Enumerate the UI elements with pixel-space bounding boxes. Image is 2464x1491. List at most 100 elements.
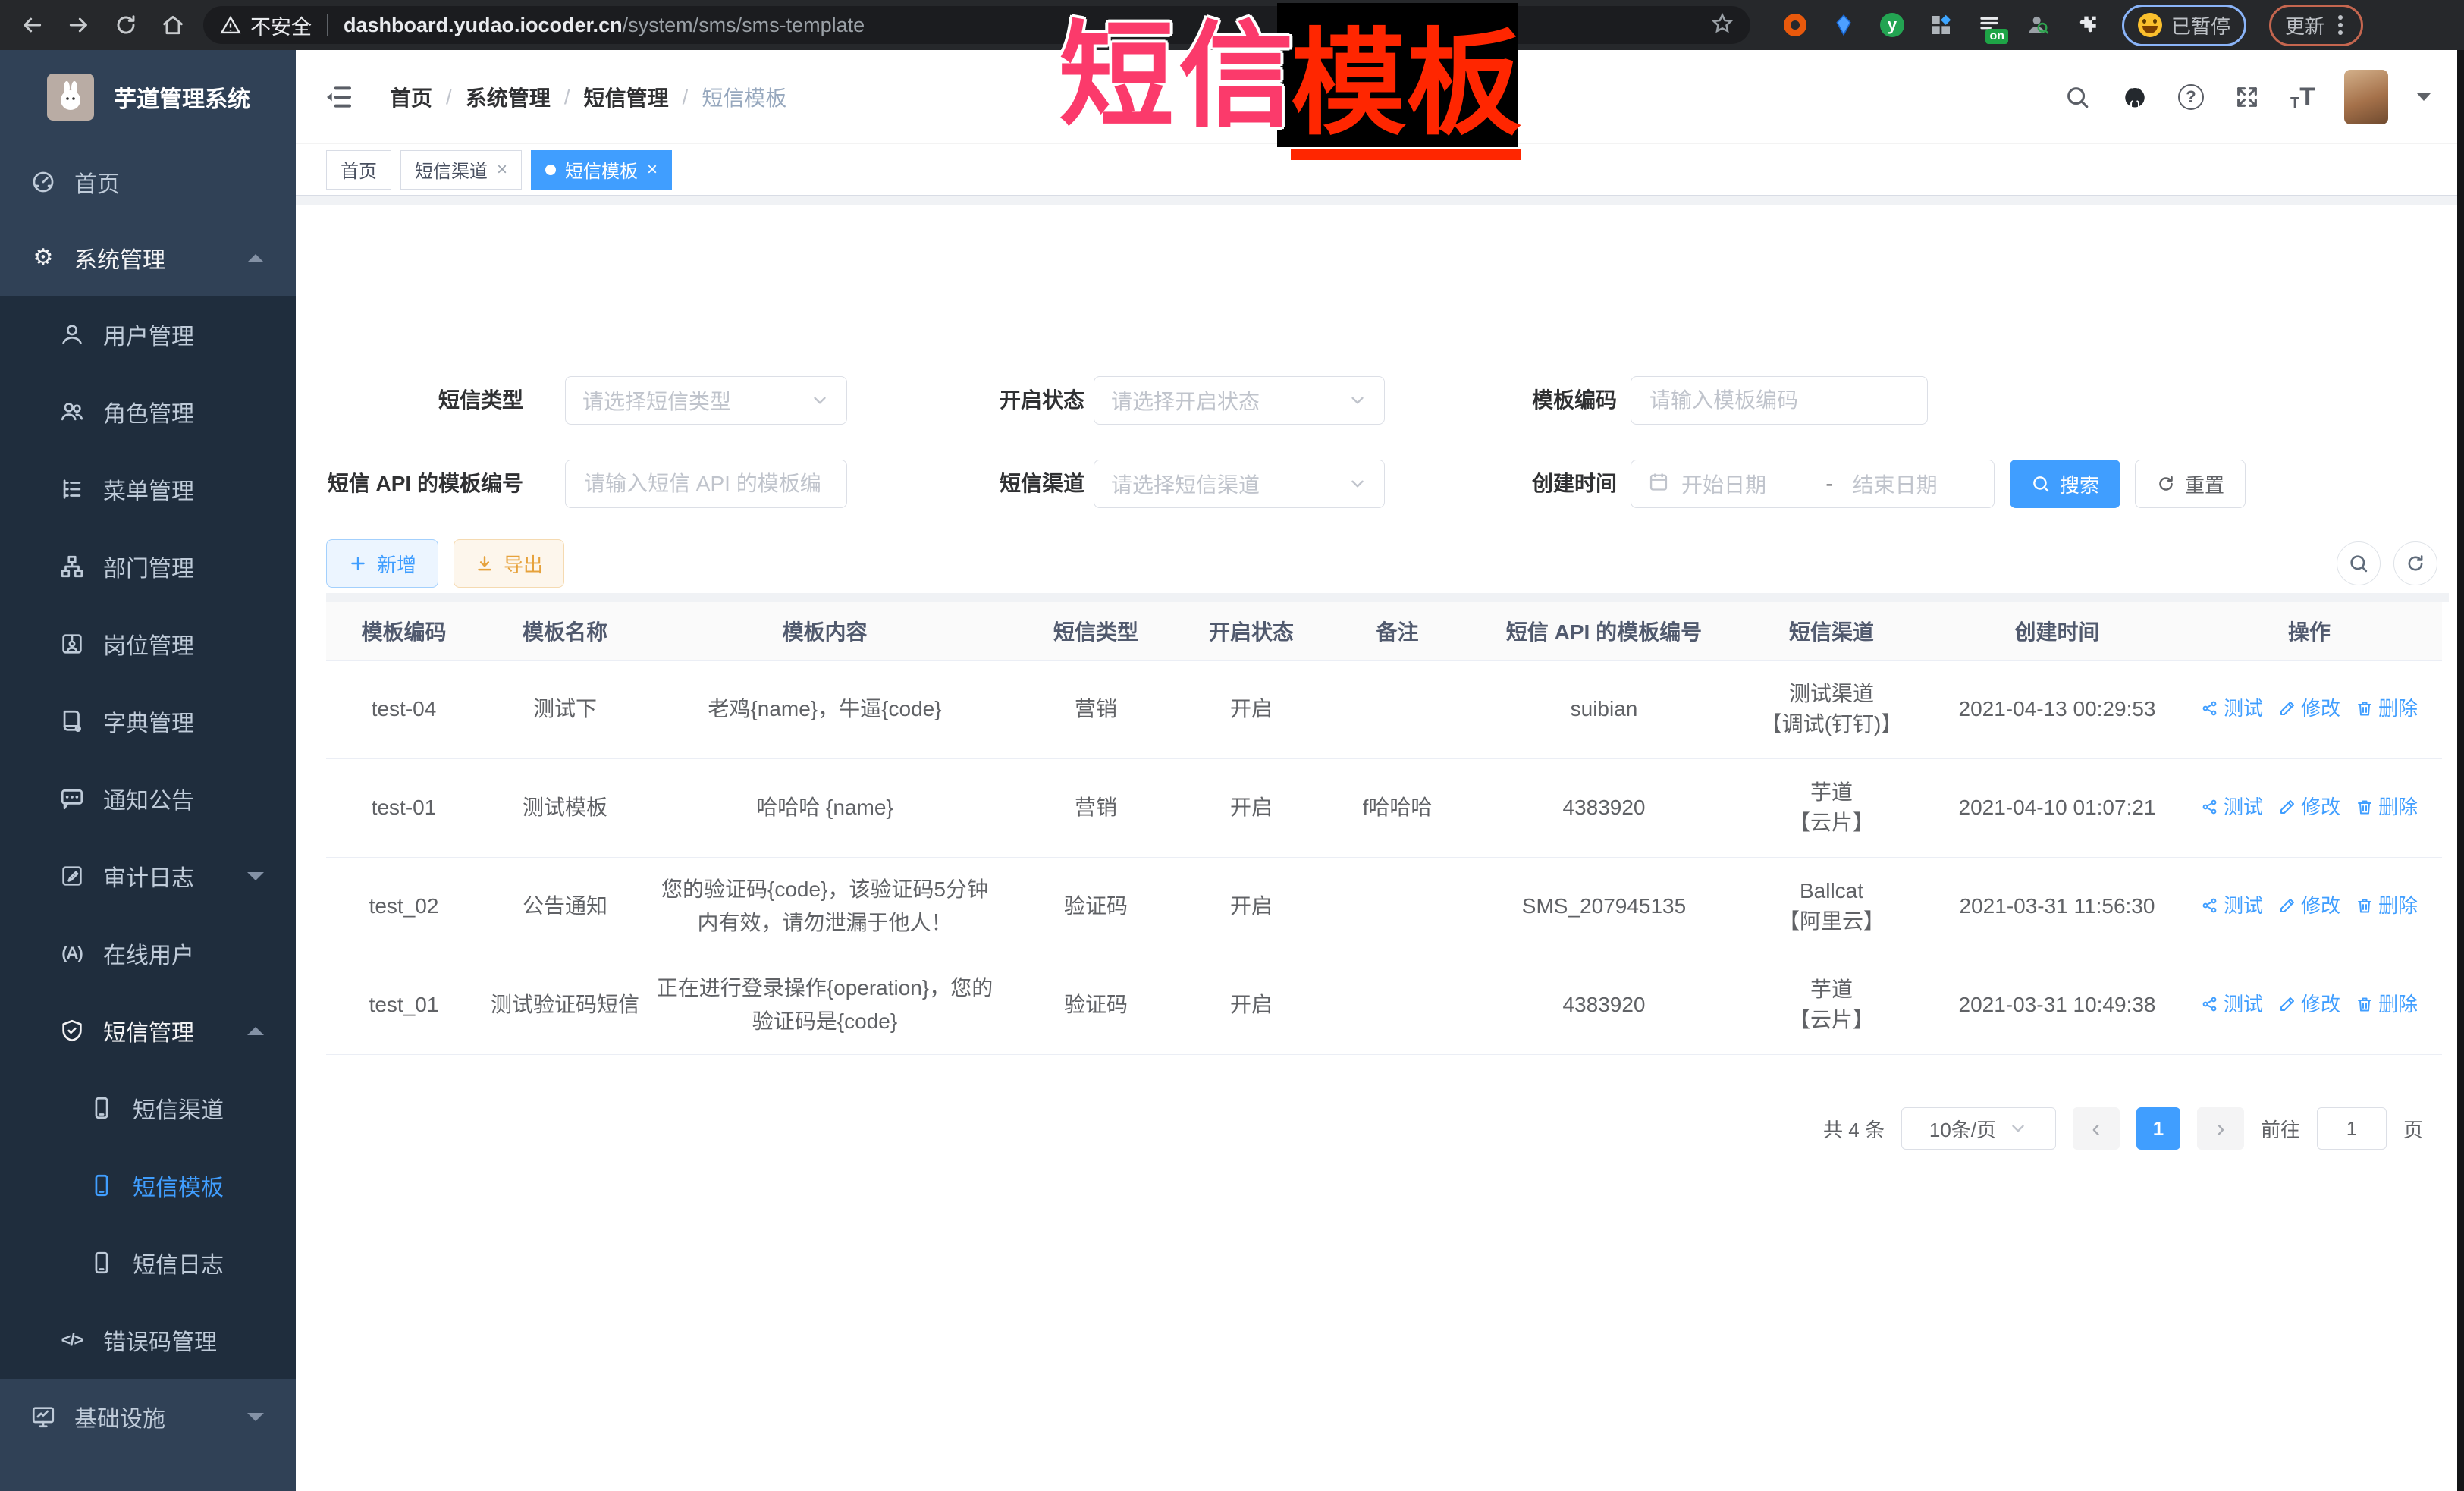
sidebar-item-notice-management[interactable]: 通知公告	[0, 760, 296, 837]
test-link[interactable]: 测试	[2201, 692, 2263, 725]
add-button[interactable]: 新增	[326, 539, 438, 588]
table-row: test-01 测试模板 哈哈哈 {name} 营销 开启 f哈哈哈 43839…	[326, 758, 2442, 857]
online-user-icon: (A)	[59, 940, 85, 966]
app-logo-row[interactable]: 芋道管理系统	[0, 50, 296, 144]
extension-ring-icon[interactable]	[1782, 12, 1808, 38]
close-icon[interactable]: ×	[497, 161, 507, 179]
export-button[interactable]: 导出	[454, 539, 564, 588]
extensions-puzzle-icon[interactable]	[2073, 12, 2099, 38]
sidebar-item-department-management[interactable]: 部门管理	[0, 528, 296, 605]
sidebar-item-home[interactable]: 首页	[0, 144, 296, 220]
test-link[interactable]: 测试	[2201, 889, 2263, 922]
avatar-dropdown-icon[interactable]	[2417, 93, 2431, 101]
sidebar-item-online-users[interactable]: (A) 在线用户	[0, 915, 296, 992]
browser-back-button[interactable]	[17, 10, 47, 40]
refresh-button[interactable]	[2393, 541, 2437, 585]
sidebar-item-dict-management[interactable]: 字典管理	[0, 683, 296, 760]
phone-icon	[89, 1095, 115, 1121]
delete-link[interactable]: 删除	[2356, 987, 2418, 1021]
sidebar-item-system-management[interactable]: ⚙ 系统管理	[0, 220, 296, 296]
edit-link[interactable]: 修改	[2278, 987, 2340, 1021]
breadcrumb-home[interactable]: 首页	[390, 82, 432, 112]
delete-link[interactable]: 删除	[2356, 692, 2418, 725]
test-link[interactable]: 测试	[2201, 790, 2263, 824]
edit-link[interactable]: 修改	[2278, 790, 2340, 824]
user-avatar[interactable]	[2344, 70, 2388, 124]
edit-link[interactable]: 修改	[2278, 692, 2340, 725]
browser-menu-icon[interactable]	[2338, 23, 2343, 27]
warning-icon	[220, 14, 241, 36]
page-jump-input[interactable]	[2317, 1107, 2387, 1150]
sidebar-item-infrastructure[interactable]: 基础设施	[0, 1379, 296, 1455]
col-sms-type: 短信类型	[1001, 602, 1191, 660]
page-size-select[interactable]: 10条/页	[1901, 1107, 2056, 1150]
dictionary-icon	[59, 708, 85, 734]
next-page-button[interactable]: ›	[2197, 1107, 2244, 1150]
tab-sms-template[interactable]: 短信模板 ×	[531, 150, 672, 190]
sidebar-item-audit-log[interactable]: 审计日志	[0, 837, 296, 915]
search-icon[interactable]	[2063, 83, 2092, 111]
delete-link[interactable]: 删除	[2356, 790, 2418, 824]
url-host: dashboard.yudao.iocoder.cn	[344, 14, 623, 37]
paused-label: 已暂停	[2171, 11, 2230, 39]
breadcrumb-sms[interactable]: 短信管理	[584, 82, 669, 112]
monitor-icon	[30, 1404, 56, 1430]
prev-page-button[interactable]: ‹	[2073, 1107, 2120, 1150]
sidebar-item-sms-management[interactable]: 短信管理	[0, 992, 296, 1069]
reset-button[interactable]: 重置	[2135, 460, 2246, 508]
sidebar-item-post-management[interactable]: 岗位管理	[0, 605, 296, 683]
tags-shadow	[296, 196, 2464, 205]
update-label: 更新	[2285, 11, 2324, 39]
browser-home-button[interactable]	[158, 10, 188, 40]
extension-grid-icon[interactable]	[1928, 12, 1954, 38]
sms-type-select[interactable]: 请选择短信类型	[565, 376, 847, 425]
breadcrumb-current: 短信模板	[702, 82, 786, 112]
help-icon[interactable]	[2178, 84, 2204, 110]
browser-forward-button[interactable]	[64, 10, 94, 40]
profile-paused-badge[interactable]: 已暂停	[2122, 5, 2246, 46]
browser-update-button[interactable]: 更新	[2269, 5, 2363, 46]
extension-person-search-icon[interactable]	[2025, 12, 2051, 38]
extension-gem-icon[interactable]	[1831, 12, 1857, 38]
chevron-down-icon	[1348, 474, 1367, 494]
col-api-template-id: 短信 API 的模板编号	[1483, 602, 1725, 660]
font-size-icon[interactable]	[2290, 83, 2315, 112]
sidebar-item-error-code[interactable]: </> 错误码管理	[0, 1301, 296, 1379]
channel-select[interactable]: 请选择短信渠道	[1094, 460, 1385, 508]
close-icon[interactable]: ×	[647, 161, 658, 179]
api-template-label: 短信 API 的模板编号	[311, 460, 523, 508]
template-code-input[interactable]	[1631, 376, 1928, 425]
extension-list-icon[interactable]: on	[1976, 12, 2002, 38]
chevron-down-icon	[247, 1413, 264, 1421]
breadcrumb-system[interactable]: 系统管理	[466, 82, 551, 112]
sidebar-item-sms-template[interactable]: 短信模板	[0, 1147, 296, 1224]
bookmark-star-icon[interactable]	[1711, 12, 1734, 39]
extension-y-icon[interactable]: y	[1879, 12, 1905, 38]
sidebar-item-sms-channel[interactable]: 短信渠道	[0, 1069, 296, 1147]
col-template-name: 模板名称	[482, 602, 648, 660]
edit-link[interactable]: 修改	[2278, 889, 2340, 922]
create-time-range-picker[interactable]: 开始日期 - 结束日期	[1631, 460, 1995, 508]
col-create-time: 创建时间	[1938, 602, 2177, 660]
current-page-button[interactable]: 1	[2136, 1107, 2180, 1150]
toggle-search-button[interactable]	[2337, 541, 2381, 585]
chevron-down-icon	[1348, 391, 1367, 410]
api-template-input[interactable]	[565, 460, 847, 508]
sidebar-item-user-management[interactable]: 用户管理	[0, 296, 296, 373]
sidebar-item-sms-log[interactable]: 短信日志	[0, 1224, 296, 1301]
test-link[interactable]: 测试	[2201, 987, 2263, 1021]
sidebar-collapse-icon[interactable]	[323, 82, 353, 112]
github-icon[interactable]	[2120, 83, 2149, 111]
status-select[interactable]: 请选择开启状态	[1094, 376, 1385, 425]
delete-link[interactable]: 删除	[2356, 889, 2418, 922]
search-button[interactable]: 搜索	[2010, 460, 2120, 508]
calendar-icon	[1648, 471, 1681, 498]
url-path: /system/sms/sms-template	[623, 14, 865, 37]
browser-reload-button[interactable]	[111, 10, 141, 40]
fullscreen-icon[interactable]	[2233, 83, 2262, 111]
tab-sms-channel[interactable]: 短信渠道 ×	[400, 150, 522, 190]
gear-icon: ⚙	[30, 245, 56, 271]
sidebar-item-role-management[interactable]: 角色管理	[0, 373, 296, 450]
sidebar-item-menu-management[interactable]: 菜单管理	[0, 450, 296, 528]
tab-home[interactable]: 首页	[326, 150, 391, 190]
